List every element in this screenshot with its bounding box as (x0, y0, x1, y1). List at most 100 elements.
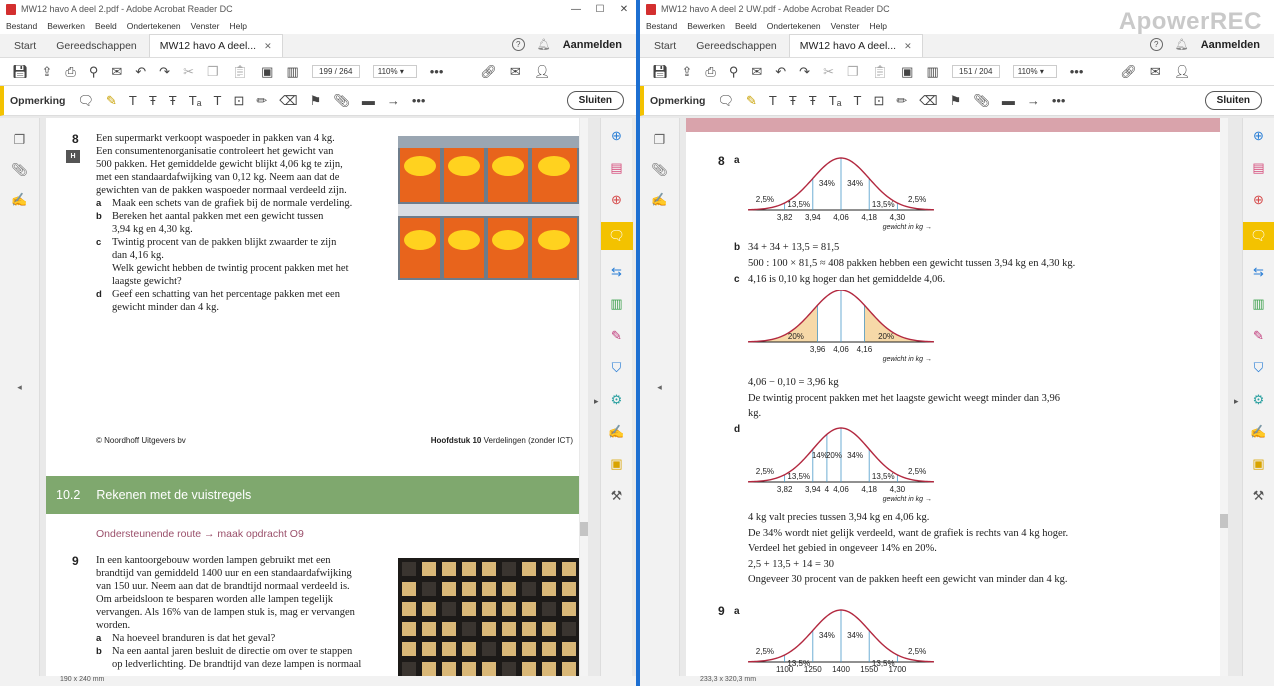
more-tools-icon[interactable]: ⚒ (1249, 486, 1269, 506)
compare-icon[interactable]: ▥ (286, 64, 298, 80)
line-icon[interactable]: ▬ (362, 93, 375, 108)
text-box-icon[interactable]: T (854, 93, 862, 108)
organize-icon[interactable]: ▤ (607, 158, 627, 178)
menu-bewerken[interactable]: Bewerken (687, 21, 725, 31)
pages-icon[interactable]: ❐ (14, 132, 26, 148)
attachments-icon[interactable]: 📎︎ (11, 162, 28, 178)
mail-icon[interactable]: ✉ (111, 64, 122, 80)
protect-icon[interactable]: ⛉ (1249, 358, 1269, 378)
sign-icon[interactable]: ✍ (607, 422, 627, 442)
more-icon[interactable]: ••• (1070, 64, 1084, 79)
paste-icon[interactable]: 📋︎ (872, 64, 889, 80)
eraser-icon[interactable]: ⌫ (279, 93, 297, 109)
close-comment-button[interactable]: Sluiten (566, 91, 624, 110)
strikethrough-icon[interactable]: Ŧ (789, 93, 797, 108)
zoom-select[interactable]: 110% ▾ (1012, 65, 1057, 78)
help-icon[interactable]: ? (1149, 38, 1163, 51)
right-scrollbar[interactable] (1220, 118, 1228, 678)
comment-tool-icon[interactable]: 🗨︎ (1242, 222, 1274, 250)
create-pdf-icon[interactable]: ⊕ (1249, 126, 1269, 146)
attach-icon[interactable]: 📎︎ (333, 93, 350, 109)
undo-icon[interactable]: ↶ (135, 64, 146, 80)
bell-icon[interactable]: 🔔︎ (1175, 38, 1189, 51)
compare-icon[interactable]: ▥ (926, 64, 938, 80)
tab-tools[interactable]: Gereedschappen (48, 40, 149, 57)
optimize-icon[interactable]: ⚙ (1249, 390, 1269, 410)
page-number-field[interactable]: 199 / 264 (311, 65, 360, 78)
paste-icon[interactable]: 📋︎ (232, 64, 249, 80)
export-pdf-icon[interactable]: ⊕ (607, 190, 627, 210)
signatures-icon[interactable]: ✍ (651, 192, 667, 208)
combine-icon[interactable]: ⇆ (1249, 262, 1269, 282)
print-icon[interactable]: ⎙ (65, 64, 75, 80)
send-review-icon[interactable]: ▣ (1249, 454, 1269, 474)
menu-beeld[interactable]: Beeld (95, 21, 117, 31)
more-comment-icon[interactable]: ••• (1052, 93, 1066, 108)
menu-help[interactable]: Help (869, 21, 886, 31)
upload-icon[interactable]: ⇪ (682, 64, 693, 80)
menu-ondertekenen[interactable]: Ondertekenen (767, 21, 821, 31)
page-number-field[interactable]: 151 / 204 (951, 65, 1000, 78)
signin-button[interactable]: Aanmelden (1201, 39, 1260, 51)
send-review-icon[interactable]: ▣ (607, 454, 627, 474)
fill-sign-icon[interactable]: ✎ (1249, 326, 1269, 346)
close-window-button[interactable]: ✕ (612, 4, 636, 15)
attach-icon[interactable]: 📎︎ (973, 93, 990, 109)
combine-icon[interactable]: ⇆ (607, 262, 627, 282)
menu-bestand[interactable]: Bestand (6, 21, 37, 31)
edit-pdf-icon[interactable]: ▥ (1249, 294, 1269, 314)
maximize-button[interactable]: ☐ (588, 4, 612, 15)
insert-text-icon[interactable]: Tₐ (829, 93, 842, 108)
tab-start[interactable]: Start (646, 40, 688, 57)
menu-bestand[interactable]: Bestand (646, 21, 677, 31)
signatures-icon[interactable]: ✍ (11, 192, 27, 208)
stamp-icon[interactable]: ⚑ (950, 93, 962, 109)
fill-sign-icon[interactable]: ✎ (607, 326, 627, 346)
collapse-left-icon[interactable]: ◂ (657, 382, 662, 393)
support-route-link[interactable]: Ondersteunende route → maak opdracht O9 (96, 528, 304, 540)
line-icon[interactable]: ▬ (1002, 93, 1015, 108)
more-comment-icon[interactable]: ••• (412, 93, 426, 108)
link-icon[interactable]: 🔗︎ (480, 64, 497, 80)
strikethrough-icon[interactable]: Ŧ (149, 93, 157, 108)
organize-icon[interactable]: ▤ (1249, 158, 1269, 178)
export-pdf-icon[interactable]: ⊕ (1249, 190, 1269, 210)
menu-bewerken[interactable]: Bewerken (47, 21, 85, 31)
menu-venster[interactable]: Venster (831, 21, 860, 31)
menu-venster[interactable]: Venster (191, 21, 220, 31)
more-tools-icon[interactable]: ⚒ (607, 486, 627, 506)
sticky-note-icon[interactable]: 🗨︎ (77, 93, 94, 109)
undo-icon[interactable]: ↶ (775, 64, 786, 80)
email-icon[interactable]: ✉ (510, 64, 521, 80)
add-user-icon[interactable]: 👤︎ (534, 64, 551, 80)
highlighter-icon[interactable]: ✎ (746, 93, 757, 109)
attachments-icon[interactable]: 📎︎ (651, 162, 668, 178)
text-field-icon[interactable]: ⊡ (233, 93, 244, 109)
add-user-icon[interactable]: 👤︎ (1174, 64, 1191, 80)
print-icon[interactable]: ⎙ (705, 64, 715, 80)
save-icon[interactable]: 💾︎ (12, 64, 29, 80)
edit-pdf-icon[interactable]: ▥ (607, 294, 627, 314)
copy-icon[interactable]: ❐ (847, 64, 859, 80)
sign-icon[interactable]: ✍ (1249, 422, 1269, 442)
close-tab-icon[interactable]: ✕ (904, 41, 912, 51)
tab-start[interactable]: Start (6, 40, 48, 57)
email-icon[interactable]: ✉ (1150, 64, 1161, 80)
more-icon[interactable]: ••• (430, 64, 444, 79)
insert-text-icon[interactable]: Tₐ (189, 93, 202, 108)
search-icon[interactable]: ⚲ (729, 64, 739, 80)
mail-icon[interactable]: ✉ (751, 64, 762, 80)
snapshot-icon[interactable]: ▣ (901, 64, 913, 80)
redo-icon[interactable]: ↷ (799, 64, 810, 80)
help-icon[interactable]: ? (511, 38, 525, 51)
snapshot-icon[interactable]: ▣ (261, 64, 273, 80)
collapse-right-icon[interactable]: ▸ (594, 396, 599, 407)
signin-button[interactable]: Aanmelden (563, 39, 622, 51)
pages-icon[interactable]: ❐ (654, 132, 666, 148)
text-icon[interactable]: T (769, 93, 777, 108)
cut-icon[interactable]: ✂ (823, 64, 834, 80)
collapse-left-icon[interactable]: ◂ (17, 382, 22, 393)
upload-icon[interactable]: ⇪ (42, 64, 53, 80)
replace-text-icon[interactable]: Ŧ (169, 93, 177, 108)
tab-document[interactable]: MW12 havo A deel... ✕ (148, 34, 283, 57)
